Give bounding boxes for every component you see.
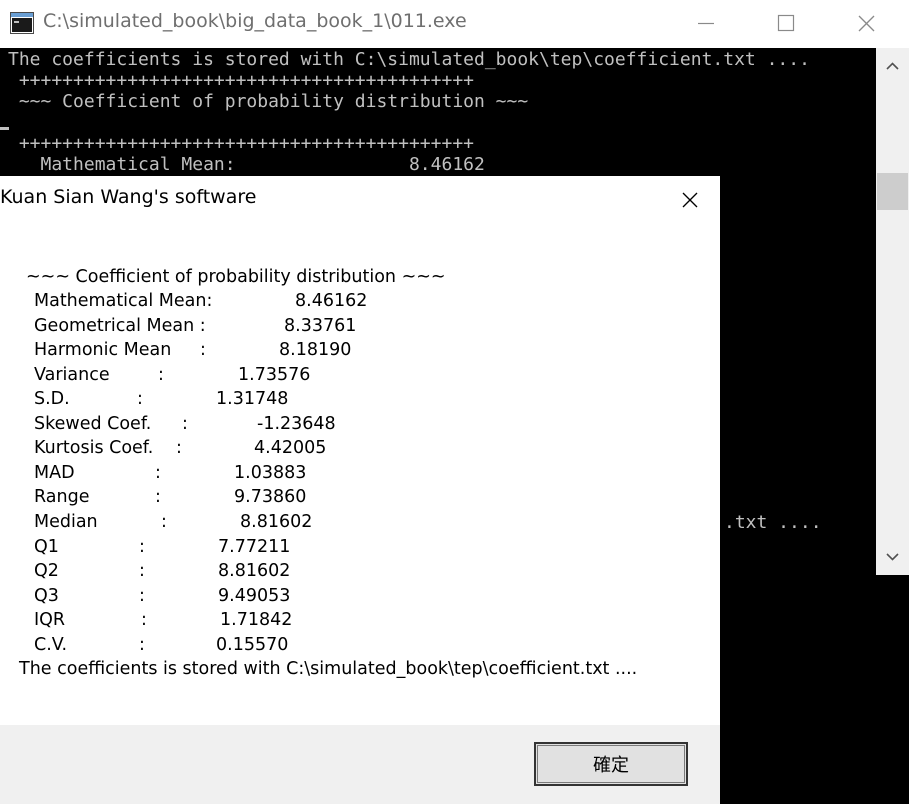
chevron-down-icon	[886, 553, 899, 561]
stat-separator: :	[139, 635, 145, 655]
console-line: ~~~ Coefficient of probability distribut…	[8, 91, 529, 112]
stat-separator: :	[139, 561, 145, 581]
stat-separator: :	[139, 586, 145, 606]
stat-label: Q1	[34, 537, 59, 557]
stat-label: S.D.	[34, 389, 70, 409]
stat-label: Skewed Coef.	[34, 414, 152, 434]
stat-separator: :	[182, 414, 188, 434]
dialog-footer-message: The coefficients is stored with C:\simul…	[19, 659, 638, 679]
stat-separator: :	[137, 389, 143, 409]
message-dialog: Kuan Sian Wang's software ~~~ Coefficien…	[0, 176, 720, 804]
console-line-fragment: .txt ....	[724, 512, 822, 533]
console-scrollbar[interactable]	[876, 48, 909, 575]
stat-value: 8.81602	[240, 512, 313, 532]
stat-value: 1.31748	[216, 389, 289, 409]
stat-label: Geometrical Mean :	[34, 316, 206, 336]
console-line: The coefficients is stored with C:\simul…	[8, 49, 810, 70]
console-titlebar[interactable]: C:\simulated_book\big_data_book_1\011.ex…	[0, 0, 909, 48]
dialog-message-body: ~~~ Coefficient of probability distribut…	[0, 220, 720, 725]
maximize-icon	[777, 14, 795, 32]
stat-label: Q2	[34, 561, 59, 581]
stat-separator: :	[139, 537, 145, 557]
stat-separator: :	[161, 512, 167, 532]
stat-separator: :	[176, 438, 182, 458]
stat-value: 8.46162	[295, 291, 368, 311]
scroll-up-button[interactable]	[876, 48, 909, 78]
stat-label: Range	[34, 487, 90, 507]
stat-value: 7.77211	[218, 537, 291, 557]
stat-separator: :	[141, 610, 147, 630]
stat-value: 8.81602	[218, 561, 291, 581]
stat-label: Variance	[34, 365, 110, 385]
dialog-close-button[interactable]	[665, 181, 715, 219]
stat-value: 4.42005	[254, 438, 327, 458]
stat-value: 1.71842	[220, 610, 293, 630]
maximize-button[interactable]	[756, 0, 816, 46]
scroll-thumb[interactable]	[877, 173, 908, 210]
ok-button[interactable]: 確定	[534, 742, 688, 786]
stat-label: Kurtosis Coef.	[34, 438, 154, 458]
stat-label: MAD	[34, 463, 75, 483]
stat-value: 8.33761	[284, 316, 357, 336]
close-icon	[858, 15, 875, 32]
stat-value: 1.73576	[238, 365, 311, 385]
console-line: ++++++++++++++++++++++++++++++++++++++++…	[8, 133, 474, 154]
stat-label: Median	[34, 512, 98, 532]
console-line: ++++++++++++++++++++++++++++++++++++++++…	[8, 70, 474, 91]
stat-value: 1.03883	[234, 463, 307, 483]
stat-separator: :	[155, 463, 161, 483]
stat-label: IQR	[34, 610, 66, 630]
stat-value: 9.49053	[218, 586, 291, 606]
console-app-icon	[10, 12, 34, 34]
dialog-button-bar: 確定	[0, 725, 720, 804]
dialog-heading: ~~~ Coefficient of probability distribut…	[26, 267, 446, 287]
chevron-up-icon	[886, 62, 899, 70]
minimize-icon	[698, 22, 714, 25]
dialog-title: Kuan Sian Wang's software	[0, 186, 257, 208]
stat-separator: :	[158, 365, 164, 385]
stat-separator: :	[200, 340, 206, 360]
stat-label: C.V.	[34, 635, 68, 655]
stat-label: Mathematical Mean:	[34, 291, 213, 311]
console-close-button[interactable]	[836, 0, 896, 46]
stat-value: -1.23648	[257, 414, 336, 434]
stat-value: 9.73860	[234, 487, 307, 507]
stat-value: 8.18190	[279, 340, 352, 360]
console-window-title: C:\simulated_book\big_data_book_1\011.ex…	[43, 10, 467, 32]
minimize-button[interactable]	[676, 0, 736, 46]
scroll-down-button[interactable]	[876, 545, 909, 575]
stat-label: Harmonic Mean	[34, 340, 172, 360]
stat-label: Q3	[34, 586, 59, 606]
stat-value: 0.15570	[216, 635, 289, 655]
console-cursor	[0, 127, 9, 130]
console-line: Mathematical Mean: 8.46162	[8, 154, 485, 175]
stat-separator: :	[155, 487, 161, 507]
close-icon	[682, 192, 698, 208]
background-region	[720, 575, 909, 804]
